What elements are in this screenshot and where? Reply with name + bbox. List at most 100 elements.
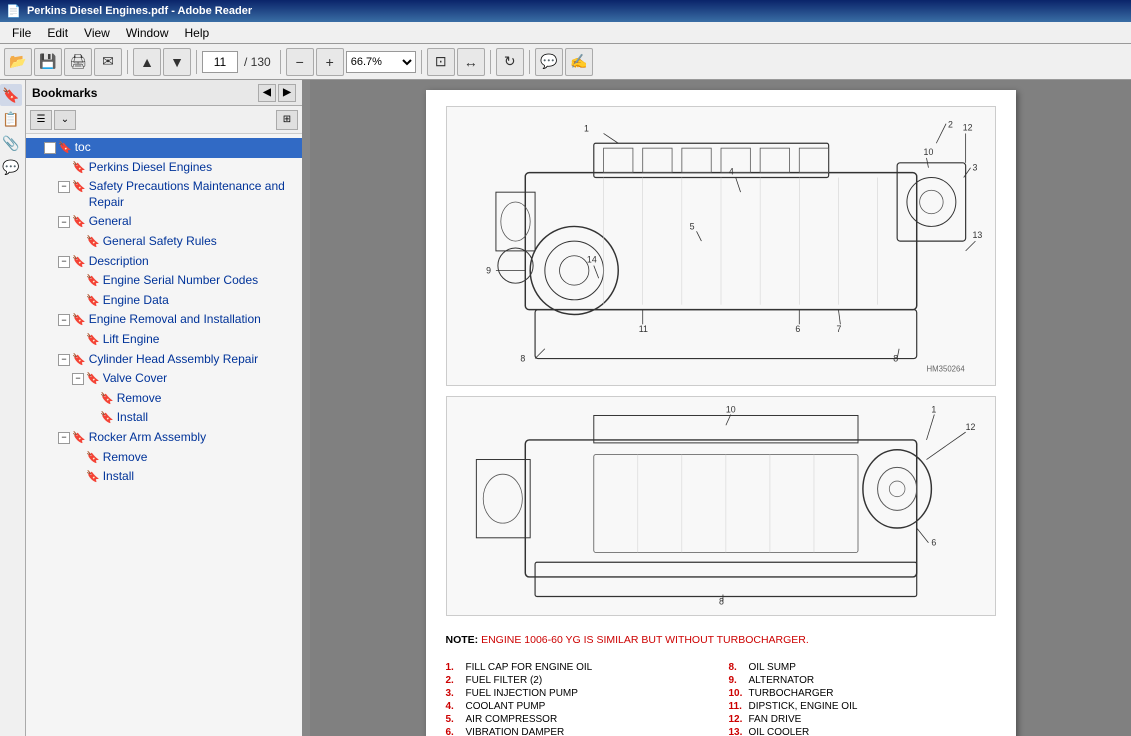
tab-pages-icon[interactable]: 📋	[0, 108, 22, 130]
bookmarks-sort-btn[interactable]: ⌄	[54, 110, 76, 130]
vr-label: Remove	[117, 391, 300, 407]
bookmark-lift-engine[interactable]: 🔖 Lift Engine	[26, 330, 302, 350]
bookmarks-expand-btn[interactable]: ⊞	[276, 110, 298, 130]
removal-expand[interactable]: −	[58, 314, 70, 326]
part-num-4: 4.	[446, 701, 462, 712]
list-item: 4. COOLANT PUMP	[446, 701, 713, 712]
part-name-13: OIL COOLER	[749, 727, 810, 736]
part-num-10: 10.	[729, 688, 745, 699]
bookmark-general[interactable]: − 🔖 General	[26, 212, 302, 232]
svg-text:12: 12	[962, 123, 972, 133]
bookmark-cylinder-head[interactable]: − 🔖 Cylinder Head Assembly Repair	[26, 350, 302, 370]
bookmarks-header: Bookmarks ◀ ▶	[26, 80, 302, 106]
zoom-in-button[interactable]: +	[316, 48, 344, 76]
separator-6	[529, 50, 530, 74]
vi-label: Install	[117, 410, 300, 426]
bookmark-rocker-remove[interactable]: 🔖 Remove	[26, 448, 302, 468]
svg-text:10: 10	[923, 147, 933, 157]
menu-file[interactable]: File	[4, 24, 39, 42]
print-button[interactable]: 🖨	[64, 48, 92, 76]
engine-diagram-bottom: 10 1 12 6 8	[446, 396, 996, 616]
safety-expand[interactable]: −	[58, 181, 70, 193]
part-name-11: DIPSTICK, ENGINE OIL	[749, 701, 858, 712]
bookmark-rocker-arm[interactable]: − 🔖 Rocker Arm Assembly	[26, 428, 302, 448]
svg-text:4: 4	[728, 167, 733, 177]
menu-bar: File Edit View Window Help	[0, 22, 1131, 44]
general-icon: 🔖	[72, 215, 86, 229]
vi-icon: 🔖	[100, 411, 114, 425]
rocker-label: Rocker Arm Assembly	[89, 430, 300, 446]
tab-attachments-icon[interactable]: 📎	[0, 132, 22, 154]
bookmarks-nav-forward[interactable]: ▶	[278, 84, 296, 102]
gen-safety-label: General Safety Rules	[103, 234, 300, 250]
separator-4	[421, 50, 422, 74]
valve-icon: 🔖	[86, 372, 100, 386]
rocker-expand[interactable]: −	[58, 432, 70, 444]
bookmark-perkins[interactable]: 🔖 Perkins Diesel Engines	[26, 158, 302, 178]
part-name-2: FUEL FILTER (2)	[466, 675, 543, 686]
open-button[interactable]: 📂	[4, 48, 32, 76]
fit-width-button[interactable]: ↔	[457, 48, 485, 76]
svg-text:1: 1	[584, 124, 589, 134]
cyl-expand[interactable]: −	[58, 354, 70, 366]
zoom-out-button[interactable]: −	[286, 48, 314, 76]
separator-1	[127, 50, 128, 74]
serial-label: Engine Serial Number Codes	[103, 273, 300, 289]
page-input[interactable]	[202, 51, 238, 73]
bookmarks-header-buttons: ◀ ▶	[258, 84, 296, 102]
bookmark-safety[interactable]: − 🔖 Safety Precautions Maintenance and R…	[26, 177, 302, 212]
removal-label: Engine Removal and Installation	[89, 312, 300, 328]
comment-button[interactable]: 💬	[535, 48, 563, 76]
part-num-8: 8.	[729, 662, 745, 673]
valve-expand[interactable]: −	[72, 373, 84, 385]
bookmark-general-safety[interactable]: 🔖 General Safety Rules	[26, 232, 302, 252]
cyl-label: Cylinder Head Assembly Repair	[89, 352, 300, 368]
email-button[interactable]: ✉	[94, 48, 122, 76]
svg-text:6: 6	[931, 538, 936, 548]
bookmark-engine-removal[interactable]: − 🔖 Engine Removal and Installation	[26, 310, 302, 330]
safety-icon: 🔖	[72, 180, 86, 194]
tab-bookmarks-icon[interactable]: 🔖	[0, 84, 22, 106]
rotate-button[interactable]: ↻	[496, 48, 524, 76]
bookmarks-options-btn[interactable]: ☰	[30, 110, 52, 130]
svg-text:1: 1	[931, 405, 936, 415]
bookmark-valve-install[interactable]: 🔖 Install	[26, 408, 302, 428]
part-name-1: FILL CAP FOR ENGINE OIL	[466, 662, 593, 673]
menu-help[interactable]: Help	[177, 24, 218, 42]
vr-icon: 🔖	[100, 392, 114, 406]
sign-button[interactable]: ✍	[565, 48, 593, 76]
bookmark-tree: − 🔖 toc 🔖 Perkins Diesel Engines − 🔖 Saf…	[26, 134, 302, 736]
list-item: 13. OIL COOLER	[729, 727, 996, 736]
bookmark-valve-cover[interactable]: − 🔖 Valve Cover	[26, 369, 302, 389]
fit-page-button[interactable]: ⊡	[427, 48, 455, 76]
save-button[interactable]: 💾	[34, 48, 62, 76]
bookmark-engine-serial[interactable]: 🔖 Engine Serial Number Codes	[26, 271, 302, 291]
toc-expand[interactable]: −	[44, 142, 56, 154]
list-item: 11. DIPSTICK, ENGINE OIL	[729, 701, 996, 712]
bookmark-toc[interactable]: − 🔖 toc	[26, 138, 302, 158]
toc-label: toc	[75, 140, 300, 156]
svg-text:13: 13	[972, 230, 982, 240]
bookmark-engine-data[interactable]: 🔖 Engine Data	[26, 291, 302, 311]
back-button[interactable]: ▲	[133, 48, 161, 76]
zoom-select[interactable]: 66.7% 50% 75% 100% 125% 150%	[346, 51, 416, 73]
bookmark-description[interactable]: − 🔖 Description	[26, 252, 302, 272]
general-expand[interactable]: −	[58, 216, 70, 228]
menu-view[interactable]: View	[76, 24, 118, 42]
list-item: 9. ALTERNATOR	[729, 675, 996, 686]
part-name-6: VIBRATION DAMPER	[466, 727, 565, 736]
tab-comments-icon[interactable]: 💬	[0, 156, 22, 178]
forward-button[interactable]: ▼	[163, 48, 191, 76]
bookmark-valve-remove[interactable]: 🔖 Remove	[26, 389, 302, 409]
menu-edit[interactable]: Edit	[39, 24, 76, 42]
menu-window[interactable]: Window	[118, 24, 177, 42]
part-name-12: FAN DRIVE	[749, 714, 802, 725]
toc-icon: 🔖	[58, 141, 72, 155]
desc-expand[interactable]: −	[58, 256, 70, 268]
bookmark-rocker-install[interactable]: 🔖 Install	[26, 467, 302, 487]
list-item: 6. VIBRATION DAMPER	[446, 727, 713, 736]
bookmarks-nav-back[interactable]: ◀	[258, 84, 276, 102]
list-item: 3. FUEL INJECTION PUMP	[446, 688, 713, 699]
svg-text:8: 8	[520, 353, 525, 363]
serial-icon: 🔖	[86, 274, 100, 288]
